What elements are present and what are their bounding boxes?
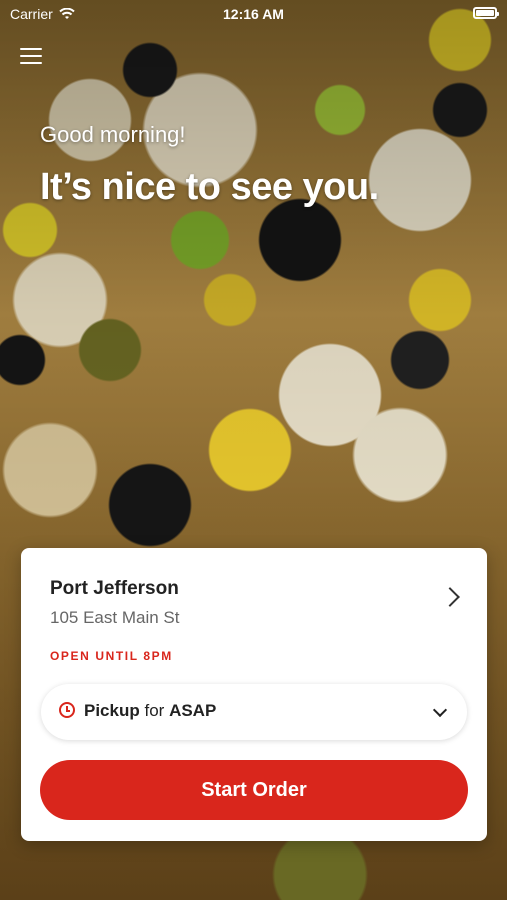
order-mode-label: Pickup [84,701,140,720]
store-name: Port Jefferson [50,578,179,599]
battery-icon [473,7,499,19]
status-bar: Carrier 12:16 AM [0,0,507,28]
store-hours: OPEN UNTIL 8PM [50,649,173,663]
order-mode-connector: for [144,701,165,720]
chevron-right-icon[interactable] [440,587,460,607]
store-address: 105 East Main St [50,608,180,627]
chevron-down-icon [432,702,448,718]
greeting-text: Good morning! [40,122,186,147]
clock-icon [59,702,75,718]
order-mode-selector[interactable]: Pickup for ASAP [41,684,467,740]
order-time-label: ASAP [169,701,217,720]
start-order-button[interactable]: Start Order [40,760,468,820]
menu-icon[interactable] [20,46,42,66]
store-card: Port Jefferson 105 East Main St OPEN UNT… [21,548,487,841]
headline-text: It’s nice to see you. [40,166,379,208]
status-time: 12:16 AM [223,6,284,22]
